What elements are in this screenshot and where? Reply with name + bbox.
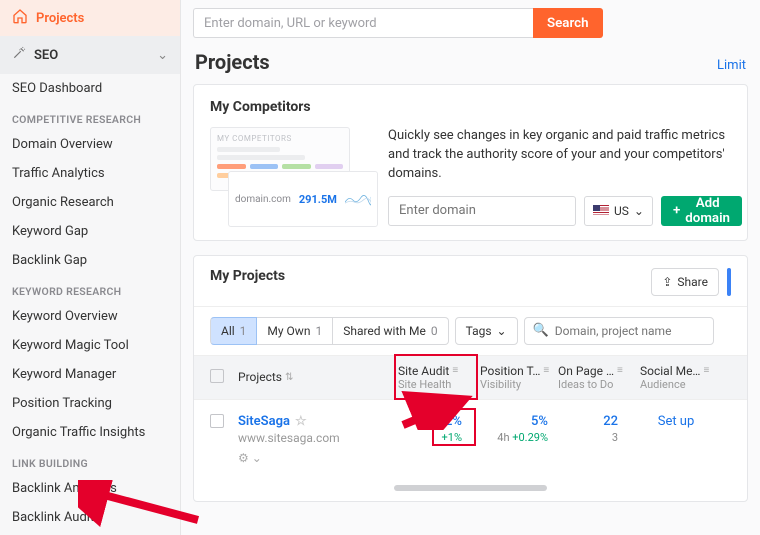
panel-edge bbox=[727, 268, 731, 296]
wand-icon bbox=[12, 46, 26, 64]
table-row: SiteSaga☆ www.sitesaga.com ⚙ ⌄ 92%+1% 5%… bbox=[194, 400, 747, 479]
sort-icon[interactable]: ≡ bbox=[452, 365, 458, 376]
page-title: Projects bbox=[195, 50, 270, 74]
limits-link[interactable]: Limit bbox=[717, 58, 746, 73]
main-content: Search Projects Limit My Competitors MY … bbox=[181, 0, 760, 535]
search-button[interactable]: Search bbox=[533, 8, 603, 38]
project-search-input[interactable] bbox=[555, 324, 711, 338]
project-url: www.sitesaga.com bbox=[238, 431, 398, 445]
nav-backlink-audit[interactable]: Backlink Audit bbox=[0, 503, 180, 532]
projects-table: Projects⇅ Site Audit≡Site Health Positio… bbox=[194, 355, 747, 491]
tags-dropdown[interactable]: Tags⌄ bbox=[455, 317, 518, 345]
horizontal-scrollbar[interactable] bbox=[394, 485, 547, 491]
top-search-bar: Search bbox=[181, 0, 760, 46]
home-icon bbox=[12, 8, 28, 28]
nav-head-competitive: COMPETITIVE RESEARCH bbox=[0, 103, 180, 130]
projects-top-label: Projects bbox=[36, 11, 84, 26]
nav-keyword-overview[interactable]: Keyword Overview bbox=[0, 302, 180, 331]
seo-label: SEO bbox=[34, 48, 58, 63]
select-all-checkbox[interactable] bbox=[210, 369, 224, 383]
nav-head-keyword: KEYWORD RESEARCH bbox=[0, 275, 180, 302]
my-competitors-card: My Competitors MY COMPETITORS domain.com… bbox=[193, 84, 748, 241]
my-projects-card: My Projects ⇪Share All1 My Own1 Shared w… bbox=[193, 255, 748, 502]
nav-position-tracking[interactable]: Position Tracking bbox=[0, 389, 180, 418]
filter-my-own[interactable]: My Own1 bbox=[257, 317, 333, 345]
competitors-illustration: MY COMPETITORS domain.com 291.5M bbox=[210, 127, 370, 226]
sidebar: Projects SEO ⌄ SEO Dashboard COMPETITIVE… bbox=[0, 0, 181, 535]
onpage-cell[interactable]: 223 bbox=[558, 414, 640, 444]
site-audit-cell[interactable]: 92%+1% bbox=[398, 414, 480, 444]
nav-keyword-gap[interactable]: Keyword Gap bbox=[0, 217, 180, 246]
share-icon: ⇪ bbox=[662, 275, 672, 289]
table-header: Projects⇅ Site Audit≡Site Health Positio… bbox=[194, 355, 747, 400]
nav-keyword-magic[interactable]: Keyword Magic Tool bbox=[0, 331, 180, 360]
plus-icon: + bbox=[673, 203, 680, 218]
nav-head-link: LINK BUILDING bbox=[0, 447, 180, 474]
project-settings[interactable]: ⚙ ⌄ bbox=[238, 451, 398, 465]
social-setup-link[interactable]: Set up bbox=[640, 414, 712, 429]
my-competitors-title: My Competitors bbox=[210, 99, 731, 115]
search-icon: 🔍 bbox=[533, 323, 549, 338]
competitor-domain-input[interactable] bbox=[388, 196, 576, 226]
share-button[interactable]: ⇪Share bbox=[651, 268, 719, 296]
project-filters: All1 My Own1 Shared with Me0 Tags⌄ 🔍 bbox=[194, 307, 747, 355]
nav-organic-traffic[interactable]: Organic Traffic Insights bbox=[0, 418, 180, 447]
position-cell[interactable]: 5%4h +0.29% bbox=[480, 414, 558, 444]
us-flag-icon bbox=[593, 205, 609, 216]
nav-organic-research[interactable]: Organic Research bbox=[0, 188, 180, 217]
star-icon[interactable]: ☆ bbox=[295, 414, 307, 429]
nav-seo-dashboard[interactable]: SEO Dashboard bbox=[0, 74, 180, 103]
competitors-description: Quickly see changes in key organic and p… bbox=[388, 127, 742, 184]
projects-top-link[interactable]: Projects bbox=[0, 0, 180, 36]
nav-keyword-manager[interactable]: Keyword Manager bbox=[0, 360, 180, 389]
row-checkbox[interactable] bbox=[210, 414, 224, 428]
gear-icon: ⚙ bbox=[238, 451, 249, 465]
add-domain-button[interactable]: +Add domain bbox=[661, 196, 742, 226]
sort-icon[interactable]: ≡ bbox=[543, 365, 549, 376]
sort-icon[interactable]: ⇅ bbox=[285, 372, 293, 383]
chevron-down-icon: ⌄ bbox=[634, 204, 644, 218]
chevron-down-icon: ⌄ bbox=[157, 48, 168, 63]
sort-icon[interactable]: ≡ bbox=[703, 365, 709, 376]
filter-shared[interactable]: Shared with Me0 bbox=[333, 317, 448, 345]
search-input[interactable] bbox=[193, 8, 533, 38]
nav-backlink-gap[interactable]: Backlink Gap bbox=[0, 246, 180, 275]
project-name-link[interactable]: SiteSaga☆ bbox=[238, 414, 398, 429]
nav-traffic-analytics[interactable]: Traffic Analytics bbox=[0, 159, 180, 188]
nav-domain-overview[interactable]: Domain Overview bbox=[0, 130, 180, 159]
country-selector[interactable]: US ⌄ bbox=[584, 196, 653, 226]
chevron-down-icon: ⌄ bbox=[497, 324, 507, 338]
sort-icon[interactable]: ≡ bbox=[617, 365, 623, 376]
filter-all[interactable]: All1 bbox=[210, 317, 257, 345]
seo-toggle[interactable]: SEO ⌄ bbox=[0, 36, 180, 74]
my-projects-title: My Projects bbox=[210, 268, 285, 284]
project-search[interactable]: 🔍 bbox=[524, 317, 714, 345]
nav-backlink-analytics[interactable]: Backlink Analytics bbox=[0, 474, 180, 503]
